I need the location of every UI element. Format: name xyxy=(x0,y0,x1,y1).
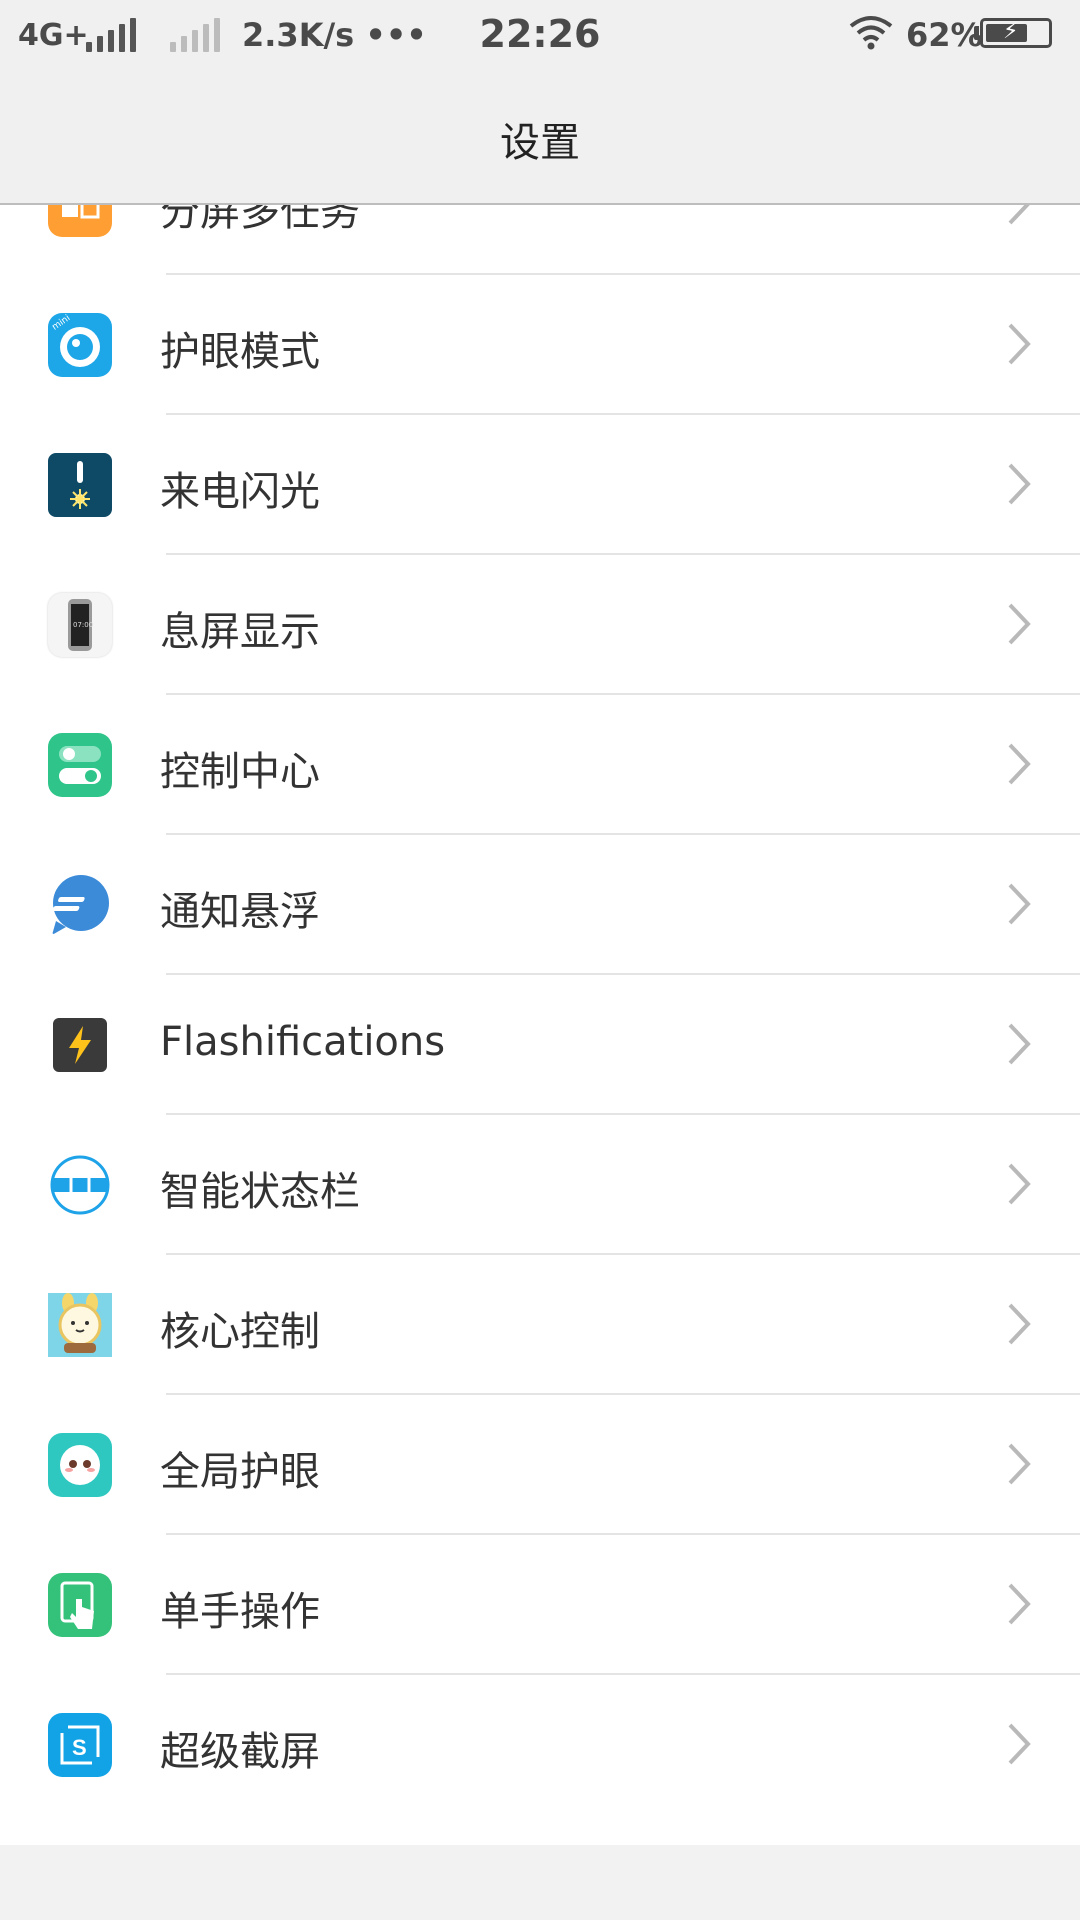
list-item-global-eye-care[interactable]: 全局护眼 xyxy=(0,1395,1080,1535)
svg-text:S: S xyxy=(72,1735,87,1760)
list-item-label: Flashifications xyxy=(160,1019,446,1065)
chevron-right-icon xyxy=(1002,1299,1036,1349)
list-item-smart-status-bar[interactable]: 智能状态栏 xyxy=(0,1115,1080,1255)
list-item-control-center[interactable]: 控制中心 xyxy=(0,695,1080,835)
list-item-eye-care[interactable]: mini 护眼模式 xyxy=(0,275,1080,415)
battery-icon: ⚡ xyxy=(980,18,1052,48)
battery-cap xyxy=(974,26,979,40)
bottom-area xyxy=(0,1845,1080,1920)
chevron-right-icon xyxy=(1002,879,1036,929)
list-item-split-screen[interactable]: 分屏多任务 xyxy=(0,205,1080,275)
screenshot-icon: S xyxy=(48,1713,112,1777)
chevron-right-icon xyxy=(1002,1159,1036,1209)
list-item-aod[interactable]: 07:00 息屏显示 xyxy=(0,555,1080,695)
wifi-icon xyxy=(848,14,894,58)
list-item-label: 分屏多任务 xyxy=(160,205,360,235)
chevron-right-icon xyxy=(1002,1579,1036,1629)
list-item-super-screenshot[interactable]: S 超级截屏 xyxy=(0,1675,1080,1815)
chevron-right-icon xyxy=(1002,1019,1036,1069)
chevron-right-icon xyxy=(1002,739,1036,789)
cartoon-bunny-icon xyxy=(48,1293,112,1357)
list-item-label: 护眼模式 xyxy=(160,329,320,375)
chevron-right-icon xyxy=(1002,1719,1036,1769)
list-item-one-hand[interactable]: 单手操作 xyxy=(0,1535,1080,1675)
page-title: 设置 xyxy=(500,120,580,166)
list-item-label: 全局护眼 xyxy=(160,1449,320,1495)
list-item-call-flash[interactable]: 来电闪光 xyxy=(0,415,1080,555)
settings-list[interactable]: 分屏多任务 mini 护眼模式 来电闪光 07:00 息屏显示 控制中心 通知悬… xyxy=(0,205,1080,1845)
chevron-right-icon xyxy=(1002,205,1036,229)
call-flash-icon xyxy=(48,453,112,517)
list-item-flashifications[interactable]: Flashifications xyxy=(0,975,1080,1115)
chat-bubble-icon xyxy=(48,873,112,937)
one-hand-icon xyxy=(48,1573,112,1637)
svg-text:07:00: 07:00 xyxy=(73,621,93,629)
split-screen-icon xyxy=(48,205,112,237)
list-item-label: 息屏显示 xyxy=(160,609,320,655)
aod-phone-icon: 07:00 xyxy=(48,593,112,657)
toggle-icon xyxy=(48,733,112,797)
list-item-label: 核心控制 xyxy=(160,1309,320,1355)
battery-percent: 62% xyxy=(906,16,983,54)
chevron-right-icon xyxy=(1002,1439,1036,1489)
list-item-notification-float[interactable]: 通知悬浮 xyxy=(0,835,1080,975)
status-bar-icon xyxy=(48,1153,112,1217)
list-item-core-control[interactable]: 核心控制 xyxy=(0,1255,1080,1395)
list-item-label: 通知悬浮 xyxy=(160,889,320,935)
list-item-label: 来电闪光 xyxy=(160,469,320,515)
list-item-label: 智能状态栏 xyxy=(160,1169,360,1215)
status-bar: 4G+ 2.3K/s ••• 22:26 62% ⚡ xyxy=(0,0,1080,70)
list-item-label: 控制中心 xyxy=(160,749,320,795)
chevron-right-icon xyxy=(1002,599,1036,649)
list-item-label: 单手操作 xyxy=(160,1589,320,1635)
title-bar: 设置 xyxy=(0,70,1080,205)
chevron-right-icon xyxy=(1002,459,1036,509)
list-item-label: 超级截屏 xyxy=(160,1729,320,1775)
eye-care-icon: mini xyxy=(48,313,112,377)
chevron-right-icon xyxy=(1002,319,1036,369)
svg-text:mini: mini xyxy=(51,313,73,332)
cute-face-icon xyxy=(48,1433,112,1497)
lightning-icon xyxy=(53,1018,107,1072)
